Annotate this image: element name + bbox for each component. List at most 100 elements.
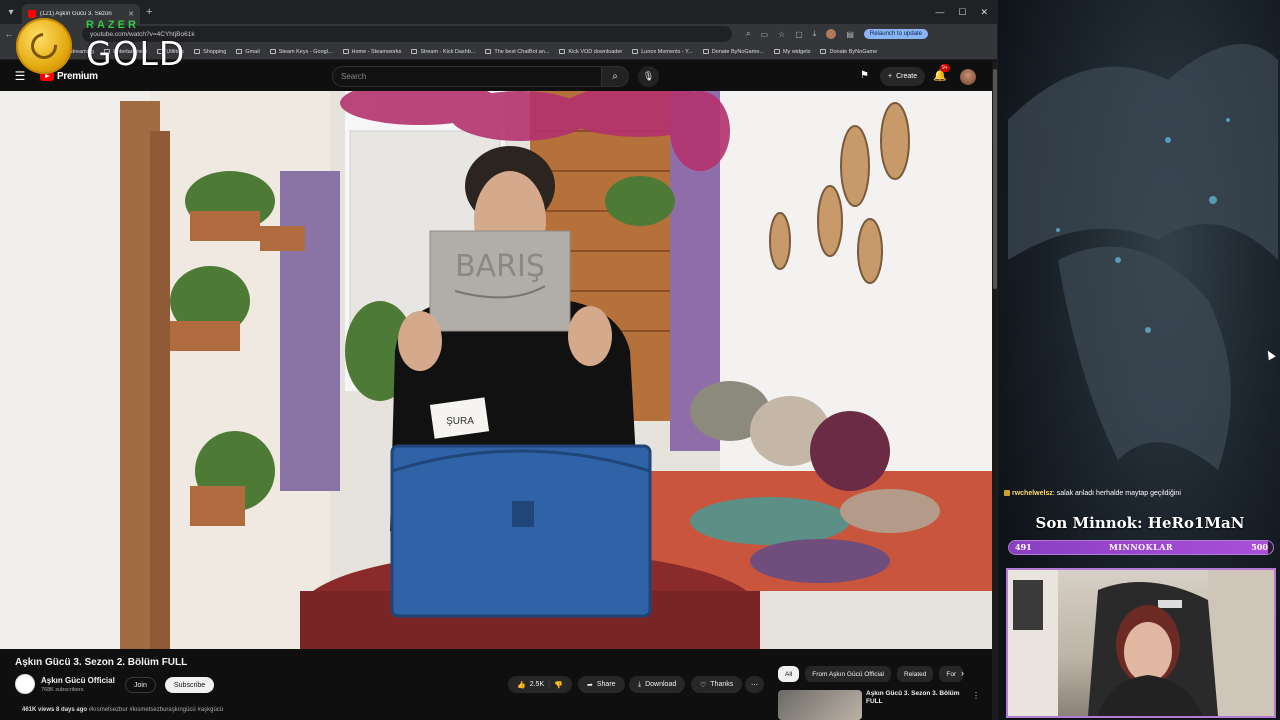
video-frame: BARIŞ ŞURA — [0, 91, 992, 649]
close-tab-icon[interactable]: ✕ — [128, 10, 134, 18]
recommended-thumbnail[interactable] — [778, 690, 862, 720]
scrollbar-thumb[interactable] — [993, 69, 997, 289]
webcam-scene — [1008, 570, 1274, 716]
download-button[interactable]: ⤓ Download — [629, 676, 686, 693]
bookmark-item[interactable]: Lunox Moments - Y... — [632, 48, 693, 55]
view-count: 461K views — [22, 707, 55, 713]
install-icon[interactable]: ▭ — [760, 30, 768, 39]
minimize-icon[interactable]: — — [935, 7, 944, 17]
thanks-button[interactable]: ♡ Thanks — [691, 676, 743, 693]
hashtags[interactable]: #kısmetsezbur #kısmetsezburaşkıngücü #aş… — [89, 707, 223, 713]
relaunch-button[interactable]: Relaunch to update — [863, 29, 928, 39]
views-date-line: 461K views 8 days ago #kısmetsezbur #kıs… — [22, 707, 223, 713]
thumbs-down-icon[interactable]: 👎 — [554, 681, 563, 689]
bookmark-label: Lunox Moments - Y... — [641, 48, 693, 55]
search-icon: ⌕ — [612, 71, 618, 82]
voice-search-button[interactable]: 🎙 — [638, 66, 659, 87]
maximize-icon[interactable]: ☐ — [958, 7, 966, 18]
bookmark-label: Kick VOD downloader — [568, 48, 623, 55]
bookmark-item[interactable]: Gmail — [236, 48, 260, 55]
streamer-webcam — [1006, 568, 1276, 718]
downloads-icon[interactable]: ⤓ — [813, 29, 817, 39]
channel-avatar[interactable] — [15, 674, 35, 694]
youtube-favicon-icon — [28, 10, 36, 18]
thumbs-up-icon[interactable]: 👍 — [517, 681, 526, 689]
chat-text: : salak anladı herhalde maytap geçildiği… — [1052, 490, 1181, 497]
bookmark-label: Steam Keys - Googl... — [278, 48, 333, 55]
share-label: Share — [596, 681, 616, 688]
more-icon: ⋯ — [751, 681, 758, 689]
more-actions-button[interactable]: ⋯ — [745, 676, 764, 693]
filter-chip[interactable]: All — [778, 666, 800, 682]
bookmark-star-icon[interactable]: ☆ — [778, 30, 785, 39]
channel-name[interactable]: Aşkın Gücü Official — [41, 676, 115, 685]
bookmark-label: The best ChatBot an... — [494, 48, 550, 55]
last-donor-text: Son Minnok: HeRo1MaN — [1035, 514, 1245, 532]
video-player[interactable]: BARIŞ ŞURA — [0, 91, 992, 649]
create-button[interactable]: + Create — [880, 67, 926, 86]
bookmark-favicon-icon — [236, 49, 243, 54]
search-input[interactable] — [341, 72, 601, 81]
download-icon: ⤓ — [638, 680, 642, 688]
bookmark-item[interactable]: Donate ByNoGame — [820, 49, 877, 55]
filter-chip[interactable]: For — [939, 666, 964, 682]
youtube-account-avatar[interactable] — [960, 69, 976, 85]
razer-brand-text: RAZER — [86, 19, 139, 31]
bookmark-favicon-icon — [485, 49, 492, 54]
microphone-icon: 🎙 — [642, 71, 655, 81]
like-count[interactable]: 2.5K — [530, 681, 544, 688]
extensions-icon[interactable]: ▢ — [795, 30, 803, 39]
toolbar-icons: ⌕ ▭ ☆ ▢ ⤓ ▤ — [746, 29, 854, 39]
tab-title: (121) Aşkın Gücü 3. Sezon — [40, 11, 112, 17]
join-button[interactable]: Join — [125, 677, 156, 693]
bookmark-favicon-icon — [773, 49, 780, 54]
bookmark-item[interactable]: Shopping — [194, 49, 226, 55]
search-button[interactable]: ⌕ — [601, 66, 629, 87]
bookmark-item[interactable]: The best ChatBot an... — [485, 49, 549, 55]
recommended-more-icon[interactable]: ⋮ — [972, 691, 980, 700]
filter-chip[interactable]: Related — [897, 666, 934, 682]
subscriber-count: 768K subscribers — [41, 687, 84, 693]
bookmark-favicon-icon — [702, 49, 709, 54]
upload-date: 8 days ago — [56, 707, 88, 713]
bookmark-label: Stream - Kick Dashb... — [420, 48, 476, 55]
chat-badge-icon — [1004, 490, 1010, 496]
bookmark-item[interactable]: Steam Keys - Googl... — [269, 48, 333, 55]
window-controls: — ☐ ✕ — [935, 0, 994, 24]
create-label: Create — [896, 73, 918, 80]
subscribe-button[interactable]: Subscribe — [165, 677, 215, 693]
plus-icon: + — [888, 73, 893, 80]
name-tag-text: ŞURA — [446, 416, 474, 427]
chips-next-icon[interactable]: › — [961, 668, 964, 678]
close-window-icon[interactable]: ✕ — [980, 7, 988, 18]
bookmark-label: Home - Steamworks — [351, 48, 402, 55]
filter-chip[interactable]: From Aşkın Gücü Official — [805, 666, 891, 682]
bookmark-label: Shopping — [203, 48, 227, 55]
bookmark-item[interactable]: My widgets — [773, 49, 810, 55]
profile-avatar[interactable] — [826, 29, 837, 39]
browser-window: ▾ (121) Aşkın Gücü 3. Sezon ✕ + — ☐ ✕ ← … — [0, 0, 998, 720]
bookmark-item[interactable]: Stream - Kick Dashb... — [411, 49, 475, 55]
bookmark-favicon-icon — [342, 49, 349, 54]
like-dislike-group: 👍 2.5K | 👎 — [508, 676, 572, 693]
bookmark-item[interactable]: Home - Steamworks — [342, 48, 402, 55]
reading-list-icon[interactable]: ▤ — [846, 30, 854, 39]
bookmark-favicon-icon — [269, 49, 276, 54]
recommended-title[interactable]: Aşkın Gücü 3. Sezon 3. Bölüm FULL — [866, 690, 966, 706]
bookmark-favicon-icon — [559, 49, 566, 54]
cast-icon[interactable]: ⚑ — [860, 70, 869, 81]
bookmark-item[interactable]: Kick VOD downloader — [559, 49, 622, 55]
share-button[interactable]: ➦ Share — [578, 676, 625, 693]
recommendation-filters: All From Aşkın Gücü Official Related For — [778, 665, 964, 683]
chat-message: rwchelwelsz: salak anladı herhalde mayta… — [1004, 490, 1181, 497]
share-icon: ➦ — [587, 681, 593, 689]
zoom-icon[interactable]: ⌕ — [746, 29, 750, 39]
donation-goal-bar: 491 MINNOKLAR 500 — [1008, 540, 1274, 555]
search-box — [332, 66, 602, 87]
new-tab-icon[interactable]: + — [146, 6, 152, 18]
razer-gold-text: GOLD — [86, 34, 186, 73]
download-label: Download — [645, 681, 677, 688]
bookmark-label: Gmail — [245, 48, 260, 55]
bookmark-item[interactable]: Donate ByNoGame... — [702, 49, 764, 55]
bookmark-favicon-icon — [820, 49, 827, 54]
